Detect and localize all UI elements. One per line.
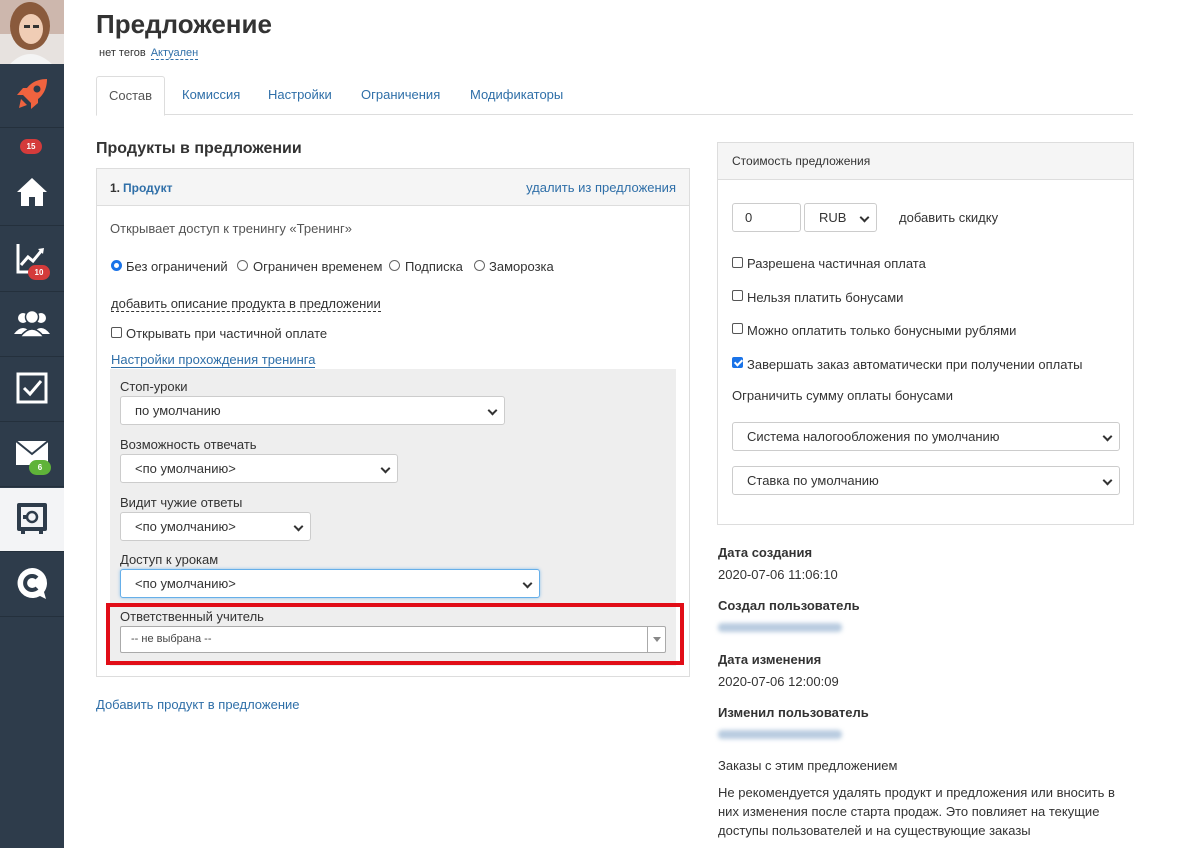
chat-icon [15,566,49,603]
can-answer-value: <по умолчанию> [135,461,236,476]
add-product-link[interactable]: Добавить продукт в предложение [96,697,300,712]
training-settings-link[interactable]: Настройки прохождения тренинга [111,352,316,368]
chevron-down-icon [522,578,533,589]
tabs-bar: Состав Комиссия Настройки Ограничения Мо… [96,76,1133,116]
warning-note: Не рекомендуется удалять продукт и предл… [718,785,1115,838]
rocket-icon [13,75,51,116]
tax-rate-value: Ставка по умолчанию [747,473,879,488]
product-number: 1. [110,181,121,195]
sidebar-item-safe[interactable] [0,488,64,552]
modified-date-label: Дата изменения [718,652,822,667]
radio-time-limited[interactable] [237,260,248,271]
tab-settings[interactable]: Настройки [268,76,332,115]
status-link[interactable]: Актуален [150,47,199,60]
sidebar-item-chart[interactable] [0,228,64,292]
sidebar-badge-mail: 6 [29,460,51,475]
remove-product-link[interactable]: удалить из предложения [526,180,676,195]
add-discount-link[interactable]: добавить скидку [899,210,998,225]
sidebar-item-mail[interactable] [0,423,64,487]
radio-subscription-label: Подписка [405,259,463,274]
partial-payment-checkbox[interactable] [111,327,122,338]
chevron-down-icon [487,405,498,416]
stop-lessons-value: по умолчанию [135,403,221,418]
sidebar-item-chat[interactable] [0,553,64,617]
auto-complete-label: Завершать заказ автоматически при получе… [747,357,1083,372]
stop-lessons-label: Стоп-уроки [120,379,188,394]
sidebar-badge-chart: 10 [28,265,50,280]
tags-text: нет тегов [99,47,146,59]
bonus-only-checkbox[interactable] [732,323,743,334]
tab-modifiers[interactable]: Модификаторы [470,76,563,115]
partial-payment-label: Открывать при частичной оплате [126,326,328,341]
checkbox-icon [16,372,48,407]
chevron-down-icon [380,463,391,474]
price-panel-title: Стоимость предложения [732,154,871,168]
radio-no-limits[interactable] [111,260,122,271]
sidebar-item-tasks[interactable] [0,358,64,422]
product-panel-header: 1. Продукт удалить из предложения [97,169,689,206]
page-title: Предложение [96,9,272,39]
currency-select[interactable]: RUB [804,203,877,232]
product-name-link[interactable]: Продукт [123,181,172,195]
created-by-label: Создал пользователь [718,598,860,613]
tab-composition[interactable]: Состав [96,76,165,116]
price-panel: Стоимость предложения 0 RUB добавить ски… [717,142,1134,525]
orders-link[interactable]: Заказы с этим предложением [718,758,897,773]
sidebar-item-rocket[interactable] [0,64,64,128]
no-bonus-payment-checkbox[interactable] [732,290,743,301]
sees-answers-label: Видит чужие ответы [120,495,243,510]
tax-rate-select[interactable]: Ставка по умолчанию [732,466,1120,495]
created-by-user-blurred [718,623,842,632]
auto-complete-checkbox[interactable] [732,357,743,368]
modified-by-label: Изменил пользователь [718,705,869,720]
sidebar-item-users[interactable] [0,293,64,357]
can-answer-select[interactable]: <по умолчанию> [120,454,398,483]
tax-system-select[interactable]: Система налогообложения по умолчанию [732,422,1120,451]
price-amount-input[interactable]: 0 [732,203,801,232]
radio-freeze[interactable] [474,260,485,271]
safe-icon [15,501,49,538]
sees-answers-value: <по умолчанию> [135,519,236,534]
bonus-only-label: Можно оплатить только бонусными рублями [747,323,1017,338]
lesson-access-select[interactable]: <по умолчанию> [120,569,540,598]
modified-date-value: 2020-07-06 12:00:09 [718,674,839,689]
access-text: Открывает доступ к тренингу «Тренинг» [110,221,352,236]
sidebar-item-home[interactable] [0,162,64,226]
highlight-box [106,603,684,665]
chevron-down-icon [859,212,870,223]
price-panel-header: Стоимость предложения [718,143,1133,180]
chevron-down-icon [1102,431,1113,442]
lesson-access-label: Доступ к урокам [120,552,219,567]
sees-answers-select[interactable]: <по умолчанию> [120,512,311,541]
tax-system-value: Система налогообложения по умолчанию [747,429,1000,444]
limit-bonus-link[interactable]: Ограничить сумму оплаты бонусами [732,388,953,403]
partial-payment-allowed-checkbox[interactable] [732,257,743,268]
product-panel: 1. Продукт удалить из предложения Открыв… [96,168,690,677]
lesson-access-value: <по умолчанию> [135,576,236,591]
tab-commission[interactable]: Комиссия [182,76,240,115]
users-icon [14,308,50,341]
add-description-link[interactable]: добавить описание продукта в предложении [111,296,381,312]
home-icon [15,175,49,212]
no-bonus-payment-label: Нельзя платить бонусами [747,290,904,305]
products-section-title: Продукты в предложении [96,140,302,157]
created-date-value: 2020-07-06 11:06:10 [718,567,838,582]
radio-subscription[interactable] [389,260,400,271]
sidebar-badge-rocket: 15 [20,139,42,154]
created-date-label: Дата создания [718,545,813,560]
user-avatar[interactable] [0,0,64,64]
tab-restrictions[interactable]: Ограничения [361,76,440,115]
radio-time-limited-label: Ограничен временем [253,259,383,274]
stop-lessons-select[interactable]: по умолчанию [120,396,505,425]
chevron-down-icon [1102,475,1113,486]
tags-row: нет тегов Актуален [99,47,199,60]
chevron-down-icon [293,521,304,532]
can-answer-label: Возможность отвечать [120,437,257,452]
modified-by-user-blurred [718,730,842,739]
sidebar: 15 10 6 [0,0,64,848]
currency-value: RUB [819,210,847,225]
partial-payment-allowed-label: Разрешена частичная оплата [747,256,926,271]
radio-freeze-label: Заморозка [489,259,554,274]
radio-no-limits-label: Без ограничений [126,259,228,274]
